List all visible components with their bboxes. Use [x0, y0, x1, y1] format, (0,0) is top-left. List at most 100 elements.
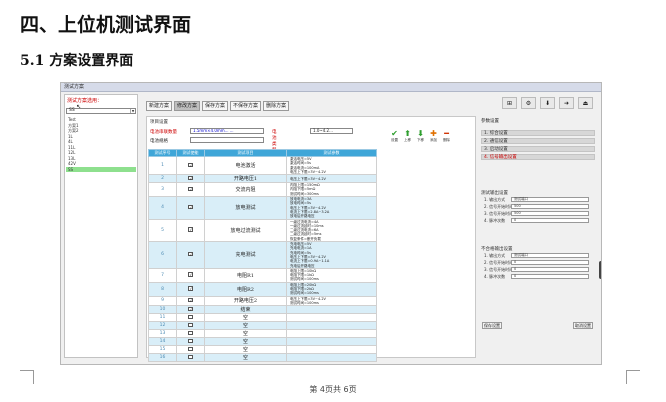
enable-cell: ✓ — [176, 295, 205, 307]
enable-cell: ✓ — [176, 241, 205, 269]
enable-cell: ✓ — [176, 196, 205, 220]
battery-count-select[interactable]: 1.5mm×4.0mm... ... — [190, 128, 264, 134]
enable-checkbox[interactable]: ✓ — [188, 297, 193, 303]
enable-checkbox[interactable]: ✓ — [188, 162, 193, 168]
action-button[interactable]: ✚ 添加 — [428, 129, 439, 142]
settings-step-4[interactable]: 4. 信号输出设置 — [481, 154, 595, 160]
setting-value-field[interactable]: 测试端口 — [511, 253, 589, 258]
save-settings-button[interactable]: 保存设置 — [482, 322, 502, 329]
tab-3[interactable]: 不保存方案 — [230, 101, 262, 111]
action-button[interactable]: ⬇ 下移 — [415, 129, 426, 142]
column-header: 测试参数 — [286, 149, 377, 157]
test-params — [286, 329, 377, 339]
table-row[interactable]: 14 空 — [148, 337, 377, 347]
table-row[interactable]: 6 ✓ 充电测试 充电电压=5V 充电电流=1A 充电时间=5s 电压上下限=3V~4.2V… — [148, 241, 377, 269]
enable-cell: ✓ — [176, 218, 205, 243]
battery-spec-label: 电池规格 — [150, 139, 168, 144]
table-row[interactable]: 15 空 — [148, 345, 377, 355]
setting-value-field[interactable]: 0 — [511, 218, 589, 223]
table-row[interactable]: 2 ✓ 开路电压1 电压上下限=3V~4.2V — [148, 174, 377, 184]
battery-spec-field[interactable] — [190, 137, 264, 143]
table-row[interactable]: 11 空 — [148, 313, 377, 323]
enable-checkbox[interactable]: ✓ — [188, 286, 193, 291]
enable-checkbox[interactable]: ✓ — [188, 175, 193, 181]
enable-checkbox[interactable]: ✓ — [188, 227, 193, 232]
enable-checkbox[interactable]: ✓ — [188, 186, 193, 192]
enable-cell — [176, 329, 205, 339]
tab-2[interactable]: 保存方案 — [202, 101, 229, 111]
test-item-name: 开路电压1 — [204, 174, 287, 184]
setting-value-field[interactable]: 500 — [511, 211, 589, 216]
setting-value-field[interactable]: 0 — [511, 267, 589, 272]
test-params — [286, 321, 377, 331]
tab-1[interactable]: 修改方案 — [174, 101, 201, 111]
table-row[interactable]: 12 空 — [148, 321, 377, 331]
test-params: 电阻上限=10kΩ 电阻下限=1kΩ 测试时间=100ms — [286, 267, 377, 283]
table-row[interactable]: 1 ✓ 电池激活 激活电压=5V 激活时间=5s 激活电流=100mA 电压上下限=3V~4… — [148, 155, 377, 176]
enable-checkbox[interactable]: ✓ — [188, 204, 193, 210]
enable-checkbox[interactable] — [188, 354, 193, 359]
setting-row: 4. 脉冲次数 0 — [481, 273, 595, 280]
battery-type-select[interactable]: 1.0~4.2... — [310, 128, 353, 134]
exit-icon[interactable]: ⏏ — [578, 97, 593, 109]
arrow-right-icon[interactable]: ➜ — [559, 97, 574, 109]
setting-value-field[interactable]: 0 — [511, 274, 589, 279]
test-items-table: 测试序号 测试使能 测试项目 测试参数 1 ✓ 电池激活 激活电压=5V 激活时间=5s 激活电… — [148, 149, 377, 363]
row-number: 12 — [148, 321, 177, 331]
side-handle-icon[interactable] — [599, 271, 601, 279]
battery-count-row: 电池串联数量 1.5mm×4.0mm... ... 电池类型 1.0~4.2..… — [150, 128, 353, 153]
table-row[interactable]: 8 ✓ 电阻R2 电阻上限=20kΩ 电阻下限=2kΩ 测试时间=100ms — [148, 281, 377, 297]
table-row[interactable]: 7 ✓ 电阻R1 电阻上限=10kΩ 电阻下限=1kΩ 测试时间=100ms — [148, 267, 377, 283]
test-params — [286, 337, 377, 347]
enable-checkbox[interactable] — [188, 346, 193, 351]
cancel-settings-button[interactable]: 取消设置 — [573, 322, 593, 329]
subsection-heading: 5.1 方案设置界面 — [20, 53, 134, 69]
setting-row: 3. 信号开始时间(mS) 0 — [481, 266, 595, 273]
setting-value-field[interactable]: 0 — [511, 260, 589, 265]
battery-count-label: 电池串联数量 — [150, 130, 177, 135]
enable-checkbox[interactable] — [188, 330, 193, 335]
settings-step-3[interactable]: 3. 启动设置 — [481, 146, 595, 152]
setting-label: 4. 脉冲次数 — [484, 274, 506, 279]
fail-output-group: 不合格输出设置 1. 输出方式 测试端口 2. 信号开始时间(mS) 0 3. 信号开始… — [481, 246, 595, 280]
tab-0[interactable]: 新建方案 — [146, 101, 173, 111]
table-row[interactable]: 3 ✓ 交流内阻 内阻上限=150mΩ 内阻下限=5mΩ 测试时间=300ms — [148, 182, 377, 198]
enable-checkbox[interactable]: ✓ — [188, 251, 193, 257]
setting-value-field[interactable]: 测试端口 — [511, 197, 589, 202]
toolbar-icons: ⊞ ⚙ ⬇ ➜ ⏏ — [502, 97, 593, 109]
test-item-name: 电池激活 — [204, 155, 287, 176]
enable-checkbox[interactable] — [188, 322, 193, 327]
table-row[interactable]: 13 空 — [148, 329, 377, 339]
setting-row: 2. 信号开始时间(mS) 0 — [481, 259, 595, 266]
test-params: 放电电流=3A 放电时间=5s 电压上下限=3V~4.2V 电流上下限=2.8A~3.… — [286, 196, 377, 220]
setting-value-field[interactable]: 500 — [511, 204, 589, 209]
setting-row: 1. 输出方式 测试端口 — [481, 252, 595, 259]
settings-step-2[interactable]: 2. 通信设置 — [481, 138, 595, 144]
settings-step-1[interactable]: 1. 综合设置 — [481, 130, 595, 136]
action-button[interactable]: ✔ 设置 — [389, 129, 400, 142]
scheme-list-item[interactable]: SS — [66, 166, 136, 172]
table-row[interactable]: 16 空 — [148, 353, 377, 363]
project-settings-caption: 项目设置 — [150, 120, 168, 125]
enable-checkbox[interactable] — [188, 314, 193, 319]
scheme-select[interactable]: SS ▼ — [66, 108, 136, 114]
test-params — [286, 313, 377, 323]
param-line: 测试时间=100ms — [290, 277, 319, 282]
table-row[interactable]: 5 ✓ 放电过流测试 一级过流电流=4A 一级过流延时=10ms 二级过流电流=6A 二级过… — [148, 218, 377, 243]
enable-cell: ✓ — [176, 305, 205, 315]
test-item-name: 电阻R1 — [204, 267, 287, 283]
table-row[interactable]: 9 ✓ 开路电压2 电压上下限=3V~4.2V 测试时间=100ms — [148, 295, 377, 307]
download-icon[interactable]: ⬇ — [540, 97, 555, 109]
tab-4[interactable]: 删除方案 — [263, 101, 290, 111]
table-row[interactable]: 10 ✓ 结束 — [148, 305, 377, 315]
action-button[interactable]: ━ 删除 — [441, 129, 452, 142]
table-row[interactable]: 4 ✓ 放电测试 放电电流=3A 放电时间=5s 电压上下限=3V~4.2V 电流上下限=2… — [148, 196, 377, 220]
network-icon[interactable]: ⊞ — [502, 97, 517, 109]
action-button[interactable]: ⬆ 上移 — [402, 129, 413, 142]
enable-checkbox[interactable] — [188, 338, 193, 343]
enable-checkbox[interactable]: ✓ — [188, 306, 193, 312]
setting-label: 4. 脉冲次数 — [484, 218, 506, 223]
gear-icon[interactable]: ⚙ — [521, 97, 536, 109]
enable-checkbox[interactable]: ✓ — [188, 272, 193, 277]
column-header: 测试使能 — [176, 149, 205, 157]
